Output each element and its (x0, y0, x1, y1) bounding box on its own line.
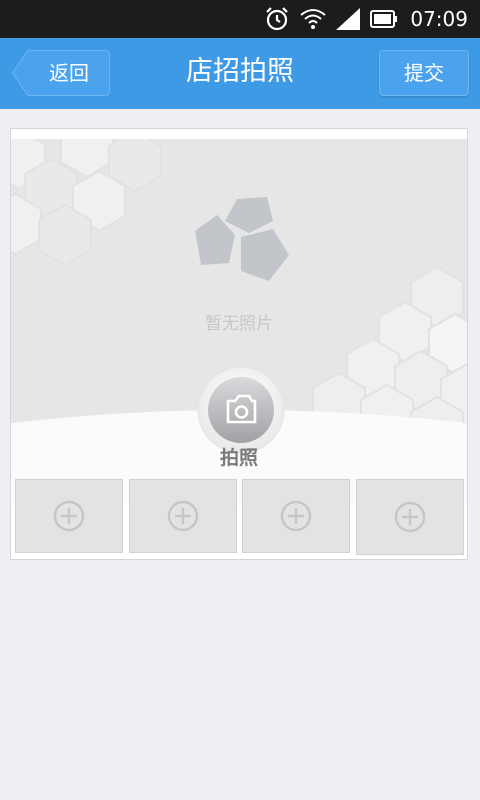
photo-card: 暂无照片 拍照 (10, 128, 468, 560)
back-button[interactable]: 返回 (12, 50, 110, 96)
signal-icon (336, 8, 361, 30)
wifi-icon (300, 9, 326, 29)
thumbnail-slot-3[interactable] (242, 479, 350, 553)
thumbnail-slot-4[interactable] (356, 479, 464, 555)
status-bar: 07:09 (0, 0, 480, 38)
thumbnail-slot-1[interactable] (15, 479, 123, 553)
camera-button[interactable] (197, 366, 285, 454)
header-bar: 店招拍照 返回 提交 (0, 38, 480, 109)
placeholder-image-icon (195, 197, 289, 281)
alarm-icon (266, 7, 289, 31)
add-icon (394, 501, 426, 533)
add-icon (280, 500, 312, 532)
thumbnail-row (15, 479, 465, 555)
add-icon (53, 500, 85, 532)
thumbnail-slot-2[interactable] (129, 479, 237, 553)
take-photo-label[interactable]: 拍照 (11, 443, 467, 470)
battery-icon (370, 10, 398, 28)
add-icon (167, 500, 199, 532)
back-label: 返回 (49, 61, 89, 85)
status-time: 07:09 (410, 7, 468, 31)
submit-button[interactable]: 提交 (379, 50, 469, 96)
no-photo-text: 暂无照片 (205, 314, 273, 334)
